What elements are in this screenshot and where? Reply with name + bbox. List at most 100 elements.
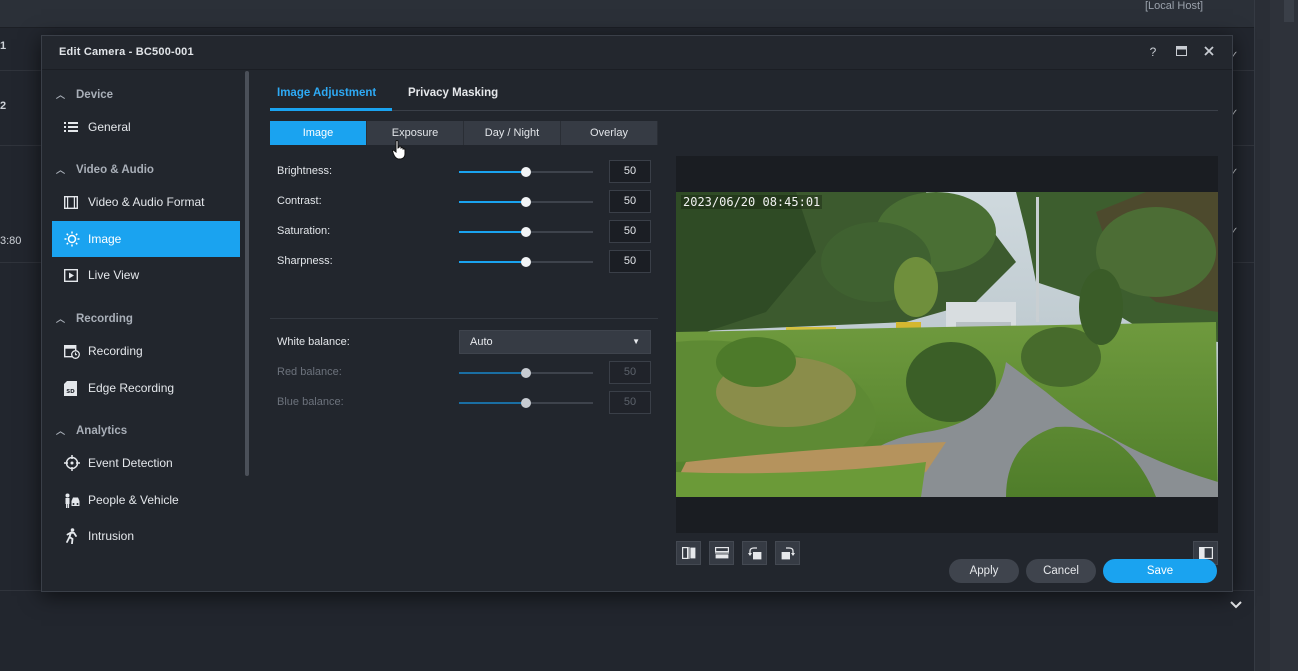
blue-balance-label: Blue balance: (277, 396, 344, 408)
camera-preview: 2023/06/20 08:45:01 (676, 156, 1218, 533)
sidebar-item-general[interactable]: General (52, 109, 240, 145)
running-person-icon (64, 528, 88, 544)
brightness-value-input[interactable]: 50 (609, 160, 651, 183)
sidebar-scrollbar[interactable] (245, 71, 249, 476)
sidebar-item-people-vehicle[interactable]: People & Vehicle (52, 482, 240, 518)
red-balance-slider (459, 368, 593, 378)
white-balance-row: White balance: Auto ▼ (270, 330, 651, 356)
chevron-up-icon: ︿ (56, 165, 66, 175)
sidebar-item-edge-recording[interactable]: SD Edge Recording (52, 370, 240, 406)
red-balance-value-input: 50 (609, 361, 651, 384)
sidebar-item-label: General (88, 120, 131, 134)
sidebar-item-intrusion[interactable]: Intrusion (52, 518, 240, 554)
saturation-row: Saturation: 50 (270, 219, 651, 245)
sidebar-section-recording[interactable]: ︿ Recording (56, 312, 133, 325)
crosshair-icon (64, 455, 88, 471)
red-balance-row: Red balance: 50 (270, 360, 651, 386)
save-button[interactable]: Save (1103, 559, 1217, 583)
maximize-icon[interactable] (1173, 44, 1189, 60)
hand-cursor-icon (391, 140, 406, 165)
help-icon[interactable]: ? (1145, 44, 1161, 60)
brightness-row: Brightness: 50 (270, 159, 651, 185)
blue-balance-slider (459, 398, 593, 408)
sidebar-item-label: Event Detection (88, 456, 173, 470)
tab-privacy-masking[interactable]: Privacy Masking (408, 87, 498, 99)
saturation-value-input[interactable]: 50 (609, 220, 651, 243)
settings-sidebar: ︿ Device General ︿ Video & Audio Video & A… (42, 71, 252, 546)
contrast-slider[interactable] (459, 197, 593, 207)
sidebar-item-label: Image (88, 232, 122, 246)
background-row-fragment: 3:80 (0, 235, 22, 247)
people-vehicle-icon (64, 493, 88, 508)
sidebar-item-label: Video & Audio Format (88, 195, 205, 209)
sidebar-item-recording[interactable]: Recording (52, 333, 240, 369)
chevron-down-icon[interactable] (1230, 596, 1242, 612)
film-icon (64, 195, 88, 209)
brightness-slider[interactable] (459, 167, 593, 177)
sidebar-section-video-audio[interactable]: ︿ Video & Audio (56, 163, 154, 176)
subtab-overlay[interactable]: Overlay (561, 121, 658, 145)
chevron-up-icon: ︿ (56, 426, 66, 436)
brightness-icon (64, 231, 88, 247)
white-balance-label: White balance: (277, 336, 350, 348)
slider-handle[interactable] (521, 197, 531, 207)
slider-handle[interactable] (521, 257, 531, 267)
image-subtabs: Image Exposure Day / Night Overlay (270, 121, 658, 145)
blue-balance-value-input: 50 (609, 391, 651, 414)
svg-text:SD: SD (66, 389, 75, 395)
blue-balance-row: Blue balance: 50 (270, 390, 651, 416)
cancel-button[interactable]: Cancel (1026, 559, 1096, 583)
sharpness-slider[interactable] (459, 257, 593, 267)
caret-down-icon: ▼ (632, 337, 640, 346)
close-icon[interactable] (1201, 44, 1217, 60)
sidebar-section-analytics[interactable]: ︿ Analytics (56, 424, 127, 437)
sidebar-section-device[interactable]: ︿ Device (56, 88, 113, 101)
camera-timestamp: 2023/06/20 08:45:01 (681, 195, 823, 209)
sd-card-icon: SD (64, 380, 88, 396)
white-balance-select[interactable]: Auto ▼ (459, 330, 651, 354)
apply-button[interactable]: Apply (949, 559, 1019, 583)
list-icon (64, 121, 88, 133)
rotate-left-icon[interactable] (742, 541, 767, 565)
subtab-exposure[interactable]: Exposure (367, 121, 464, 145)
dialog-titlebar: Edit Camera - BC500-001 ? (42, 36, 1232, 70)
brightness-label: Brightness: (277, 165, 333, 177)
camera-feed-image: 2023/06/20 08:45:01 (676, 192, 1218, 497)
sharpness-label: Sharpness: (277, 255, 333, 267)
background-row-fragment: 2 (0, 100, 7, 112)
background-scroll-strip (1254, 0, 1270, 671)
background-topbar (0, 0, 1254, 28)
subtab-day-night[interactable]: Day / Night (464, 121, 561, 145)
slider-handle[interactable] (521, 167, 531, 177)
sidebar-item-image[interactable]: Image (52, 221, 240, 257)
play-box-icon (64, 268, 88, 282)
rotate-right-icon[interactable] (775, 541, 800, 565)
red-balance-label: Red balance: (277, 366, 342, 378)
dialog-title: Edit Camera - BC500-001 (59, 46, 194, 58)
contrast-value-input[interactable]: 50 (609, 190, 651, 213)
sidebar-item-label: Recording (88, 344, 143, 358)
tab-image-adjustment[interactable]: Image Adjustment (277, 87, 376, 99)
edit-camera-dialog: Edit Camera - BC500-001 ? ︿ Device Genera… (41, 35, 1233, 592)
subtab-image[interactable]: Image (270, 121, 367, 145)
sharpness-row: Sharpness: 50 (270, 249, 651, 275)
saturation-label: Saturation: (277, 225, 331, 237)
chevron-up-icon: ︿ (56, 90, 66, 100)
background-right-column (1270, 0, 1298, 671)
saturation-slider[interactable] (459, 227, 593, 237)
sidebar-item-label: Edge Recording (88, 381, 175, 395)
sidebar-item-label: Intrusion (88, 529, 135, 543)
sidebar-item-event-detection[interactable]: Event Detection (52, 445, 240, 481)
sharpness-value-input[interactable]: 50 (609, 250, 651, 273)
background-row-fragment: 1 (0, 40, 7, 52)
slider-handle (521, 398, 531, 408)
active-tab-indicator (270, 108, 392, 111)
flip-vertical-icon[interactable] (709, 541, 734, 565)
sidebar-item-label: People & Vehicle (88, 493, 179, 507)
sidebar-item-label: Live View (88, 268, 140, 282)
slider-handle[interactable] (521, 227, 531, 237)
contrast-label: Contrast: (277, 195, 322, 207)
flip-horizontal-icon[interactable] (676, 541, 701, 565)
sidebar-item-live-view[interactable]: Live View (52, 257, 240, 293)
sidebar-item-video-audio-format[interactable]: Video & Audio Format (52, 184, 240, 220)
